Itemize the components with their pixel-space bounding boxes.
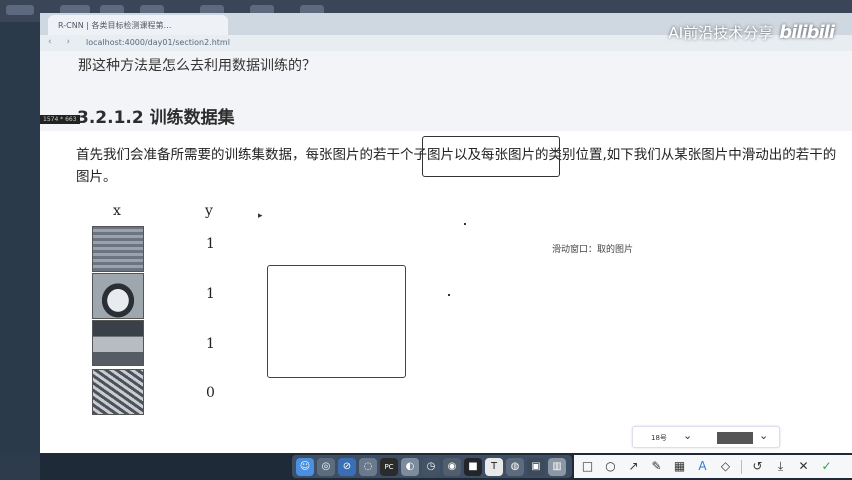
arrow-tool-icon[interactable]: ↗ <box>626 459 641 474</box>
page-content: 首先我们会准备所需要的训练集数据，每张图片的若干个子图片以及每张图片的类别位置,… <box>40 131 852 453</box>
color-select[interactable] <box>717 432 753 444</box>
watermark-text: AI前沿技术分享 <box>668 24 774 42</box>
typora-icon[interactable]: T <box>485 457 503 476</box>
app-icon[interactable]: ◌ <box>359 457 377 476</box>
safari-icon[interactable]: ◎ <box>317 457 335 476</box>
screen: R-CNN | 各类目标检测课程第… ‹ › localhost:4000/da… <box>0 0 852 480</box>
rectangle-tool-icon[interactable]: □ <box>580 459 595 474</box>
trash-icon[interactable]: ▥ <box>548 457 566 476</box>
dot <box>464 223 466 225</box>
watermark: AI前沿技术分享 bilibili <box>668 22 835 43</box>
column-y-label: y <box>205 203 213 219</box>
dock: ☺ ◎ ⊘ ◌ PC ◐ ◷ ◉ ■ T ◍ ▣ ▥ <box>292 455 572 478</box>
font-size-select[interactable]: 18号 <box>651 433 667 443</box>
chevron-down-icon[interactable]: ⌄ <box>683 429 692 442</box>
separator <box>741 459 742 474</box>
monitor-icon[interactable]: ▣ <box>527 457 545 476</box>
menu-blur <box>6 5 34 15</box>
taskbar-left <box>0 453 40 480</box>
browser-tab[interactable]: R-CNN | 各类目标检测课程第… <box>48 15 228 35</box>
app-icon[interactable]: ◐ <box>401 457 419 476</box>
label-value: 0 <box>206 385 215 401</box>
taskbar: ☺ ◎ ⊘ ◌ PC ◐ ◷ ◉ ■ T ◍ ▣ ▥ □ ○ ↗ ✎ ▦ A ◇… <box>0 453 852 480</box>
highlight-rectangle[interactable] <box>422 136 560 177</box>
ellipse-tool-icon[interactable]: ○ <box>603 459 618 474</box>
screenshot-size-tag: 1574 * 663 <box>40 115 80 124</box>
sample-image <box>92 320 144 366</box>
mosaic-tool-icon[interactable]: ▦ <box>672 459 687 474</box>
sample-image <box>92 273 144 319</box>
label-value: 1 <box>206 286 215 302</box>
clock-icon[interactable]: ◷ <box>422 457 440 476</box>
eraser-tool-icon[interactable]: ◇ <box>718 459 733 474</box>
nav-arrows-icon[interactable]: ‹ › <box>48 37 76 47</box>
confirm-icon[interactable]: ✓ <box>819 459 834 474</box>
dot <box>448 294 450 296</box>
compass-icon[interactable]: ⊘ <box>338 457 356 476</box>
chevron-down-icon[interactable]: ⌄ <box>759 429 768 442</box>
column-x-label: x <box>113 203 121 219</box>
finder-icon[interactable]: ☺ <box>296 457 314 476</box>
address-text[interactable]: localhost:4000/day01/section2.html <box>86 38 230 47</box>
font-controls: 18号 ⌄ ⌄ <box>632 426 780 448</box>
sample-image <box>92 226 144 272</box>
label-value: 1 <box>206 236 215 252</box>
bilibili-logo: bilibili <box>779 22 835 43</box>
app-icon[interactable]: ◉ <box>443 457 461 476</box>
sliding-window-caption: 滑动窗口：取的图片 <box>552 245 634 255</box>
annotation-toolbar: □ ○ ↗ ✎ ▦ A ◇ ↺ ⤓ ✕ ✓ <box>574 455 852 478</box>
text-tool-icon[interactable]: A <box>695 459 710 474</box>
sliding-window-box[interactable] <box>267 265 406 378</box>
close-icon[interactable]: ✕ <box>796 459 811 474</box>
pycharm-icon[interactable]: PC <box>380 457 398 476</box>
page-upper: 那这种方法是怎么去利用数据训练的？ 3.2.1.2 训练数据集 <box>40 51 852 131</box>
pen-tool-icon[interactable]: ✎ <box>649 459 664 474</box>
undo-icon[interactable]: ↺ <box>750 459 765 474</box>
download-icon[interactable]: ⤓ <box>773 459 788 474</box>
label-value: 1 <box>206 336 215 352</box>
mouse-cursor-icon: ▸ <box>258 211 263 221</box>
question-text: 那这种方法是怎么去利用数据训练的？ <box>78 58 316 74</box>
sample-image <box>92 369 144 415</box>
app-icon[interactable]: ◍ <box>506 457 524 476</box>
app-icon[interactable]: ■ <box>464 457 482 476</box>
section-heading: 3.2.1.2 训练数据集 <box>77 108 235 128</box>
